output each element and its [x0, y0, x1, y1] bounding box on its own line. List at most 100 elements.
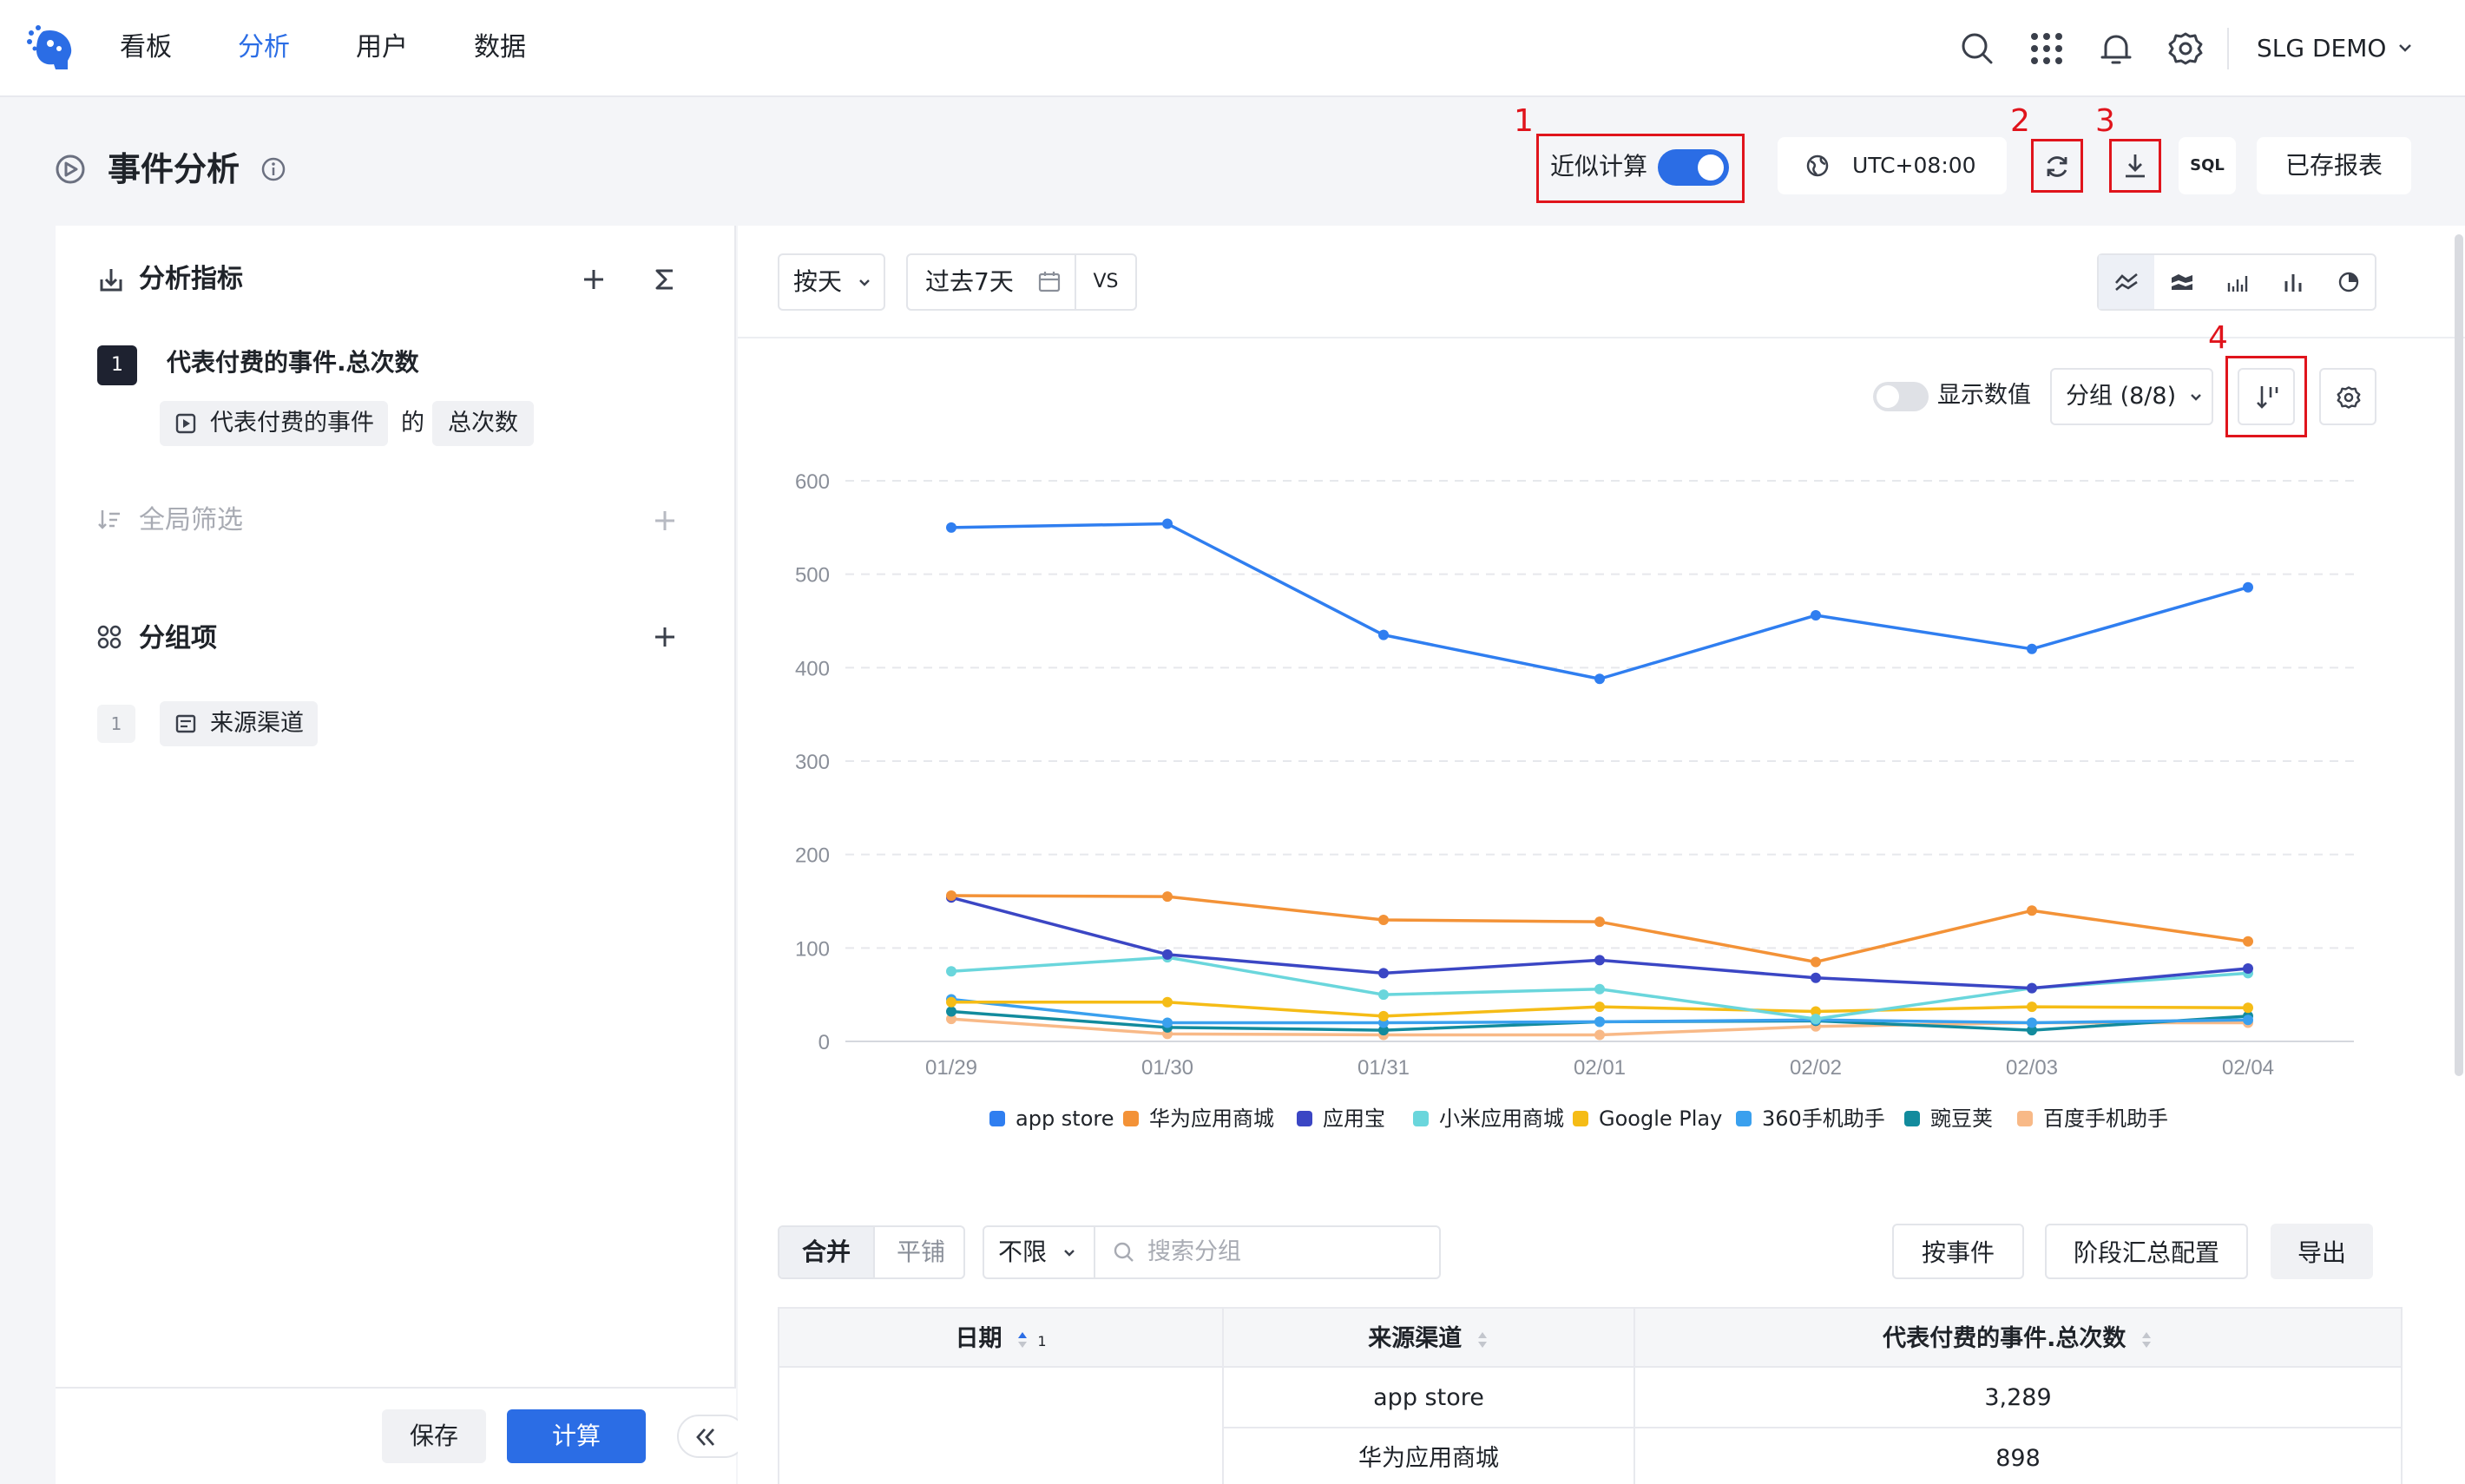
metric-event-chip[interactable]: 代表付费的事件 [160, 401, 388, 446]
legend-item[interactable]: app store [989, 1104, 1114, 1133]
data-point [2243, 963, 2253, 975]
data-point [2027, 982, 2037, 994]
x-tick-label: 01/31 [1357, 1056, 1410, 1080]
left-panel-footer: 保存 计算 [56, 1387, 746, 1484]
sort-icon [1017, 1331, 1027, 1348]
download-icon[interactable] [2121, 151, 2149, 181]
data-point [1162, 891, 1173, 903]
formula-sigma-icon[interactable] [651, 266, 679, 293]
legend-label: app store [1016, 1106, 1114, 1131]
legend-label: 小米应用商城 [1439, 1106, 1564, 1131]
data-point [1162, 949, 1173, 960]
add-filter-plus-icon[interactable] [651, 507, 679, 535]
legend-item[interactable]: 豌豆荚 [1904, 1104, 1993, 1133]
data-point [946, 890, 956, 902]
legend-label: 豌豆荚 [1930, 1106, 1993, 1131]
add-metric-plus-icon[interactable] [580, 266, 608, 293]
annotation-label-2: 2 [2010, 103, 2030, 139]
limit-label: 不限 [998, 1238, 1048, 1266]
calculate-button[interactable]: 计算 [507, 1409, 646, 1463]
column-header-metric[interactable]: 代表付费的事件.总次数 [1635, 1307, 2403, 1368]
legend-swatch [1573, 1111, 1588, 1126]
vertical-scrollbar[interactable] [2455, 234, 2463, 1076]
table-row-value: 3,289 [1635, 1368, 2403, 1428]
group-search-input[interactable]: 搜索分组 [1094, 1225, 1441, 1279]
user-menu[interactable]: SLG DEMO [2257, 31, 2386, 66]
data-point [1378, 629, 1389, 640]
column-header-channel[interactable]: 来源渠道 [1224, 1307, 1635, 1368]
legend-item[interactable]: 华为应用商城 [1123, 1104, 1274, 1133]
y-tick-label: 0 [818, 1031, 830, 1054]
legend-item[interactable]: 小米应用商城 [1413, 1104, 1564, 1133]
y-tick-label: 500 [795, 564, 830, 588]
timezone-button[interactable]: UTC+08:00 [1778, 137, 2007, 194]
chevron-down-icon [1064, 1250, 1075, 1257]
data-point [2027, 643, 2037, 654]
legend-item[interactable]: 应用宝 [1297, 1104, 1385, 1133]
group-field-label: 来源渠道 [210, 710, 304, 737]
data-point [1594, 1001, 1605, 1013]
by-event-button[interactable]: 按事件 [1892, 1224, 2024, 1279]
legend-item[interactable]: 百度手机助手 [2017, 1104, 2168, 1133]
approx-calc-toggle[interactable] [1658, 149, 1729, 186]
apps-grid-icon[interactable] [2028, 30, 2066, 68]
legend-swatch [1297, 1111, 1312, 1126]
line-chart: 0 100 200 300 400 500 600 01/29 01/30 01/31 02/01 0… [795, 470, 2354, 1080]
x-tick-label: 01/30 [1141, 1056, 1193, 1080]
chevron-down-icon[interactable] [2397, 42, 2413, 54]
data-point [2027, 1001, 2037, 1013]
group-icon [97, 625, 122, 649]
data-point [1594, 673, 1605, 685]
double-chevron-left-icon [696, 1428, 715, 1446]
nav-analysis[interactable]: 分析 [238, 28, 290, 68]
approx-calc-label: 近似计算 [1550, 152, 1648, 181]
saved-reports-button[interactable]: 已存报表 [2257, 137, 2411, 194]
sql-button[interactable]: SQL [2179, 137, 2236, 194]
stage-summary-config-button[interactable]: 阶段汇总配置 [2045, 1224, 2248, 1279]
data-point [1378, 989, 1389, 1001]
nav-users[interactable]: 用户 [356, 28, 408, 68]
legend-label: 应用宝 [1323, 1106, 1385, 1131]
add-group-plus-icon[interactable] [651, 623, 679, 651]
legend-swatch [1123, 1111, 1139, 1126]
nav-data[interactable]: 数据 [474, 28, 526, 68]
logo-icon[interactable] [24, 23, 76, 75]
legend-item[interactable]: Google Play [1573, 1104, 1722, 1133]
settings-gear-icon[interactable] [2166, 30, 2205, 68]
tab-merge[interactable]: 合并 [779, 1227, 873, 1277]
data-point [1162, 996, 1173, 1008]
save-button[interactable]: 保存 [382, 1409, 486, 1463]
nav-dashboard[interactable]: 看板 [120, 28, 172, 68]
table-cell-date [778, 1368, 1224, 1484]
tab-tile[interactable]: 平铺 [873, 1227, 963, 1277]
series-line [950, 522, 2249, 681]
data-point [2243, 1002, 2253, 1014]
limit-select[interactable]: 不限 [983, 1225, 1095, 1279]
info-icon[interactable] [260, 156, 286, 182]
collapse-panel-button[interactable] [677, 1415, 746, 1458]
bell-icon[interactable] [2097, 30, 2135, 68]
data-point [1594, 1029, 1605, 1041]
y-tick-label: 600 [795, 470, 830, 494]
column-header-date[interactable]: 日期 1 [778, 1307, 1224, 1368]
legend-label: 华为应用商城 [1149, 1106, 1274, 1131]
data-point [1162, 518, 1173, 529]
export-button[interactable]: 导出 [2271, 1224, 2373, 1279]
refresh-icon[interactable] [2043, 153, 2071, 181]
sort-icon [2141, 1331, 2151, 1348]
legend-label: Google Play [1599, 1106, 1723, 1131]
data-point [1594, 983, 1605, 995]
metric-name[interactable]: 代表付费的事件.总次数 [167, 344, 419, 382]
legend-swatch [2017, 1111, 2033, 1126]
search-icon[interactable] [1958, 30, 1996, 68]
annotation-label-1: 1 [1514, 103, 1534, 139]
data-point [946, 966, 956, 977]
filter-sort-icon [98, 510, 120, 529]
group-field-chip[interactable]: 来源渠道 [160, 701, 318, 746]
y-tick-label: 100 [795, 937, 830, 961]
legend-item[interactable]: 360手机助手 [1736, 1104, 1885, 1133]
data-point [1811, 956, 1821, 968]
metric-agg-chip[interactable]: 总次数 [432, 401, 534, 446]
series-line [950, 894, 2249, 964]
data-point [946, 522, 956, 533]
